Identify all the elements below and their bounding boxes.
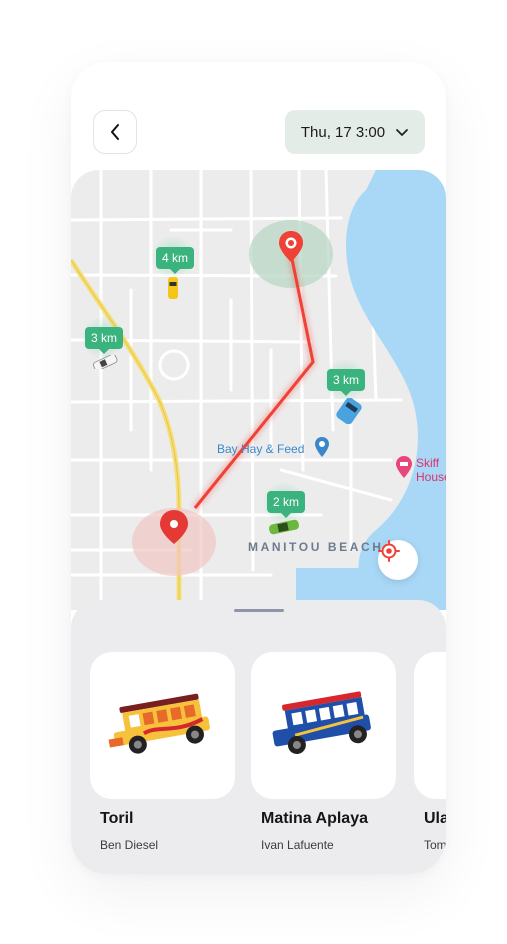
- route-card-driver: Tom: [424, 838, 446, 852]
- date-time-label: Thu, 17 3:00: [300, 123, 386, 141]
- poi-label-skiff-line2: House: [416, 470, 446, 484]
- route-card-title: Matina Aplaya: [261, 810, 368, 827]
- hotel-pin-icon[interactable]: [395, 455, 413, 479]
- destination-pin-icon[interactable]: [276, 229, 306, 265]
- back-button[interactable]: [93, 110, 137, 154]
- poi-label-bay-hay[interactable]: Bay Hay & Feed: [217, 442, 304, 456]
- sheet-drag-handle[interactable]: [234, 609, 284, 612]
- route-card-image: [251, 652, 396, 799]
- route-sheet[interactable]: Toril Ben Diesel Matina Aplaya Ivan Lafu…: [71, 600, 446, 874]
- route-card-driver: Ben Diesel: [100, 838, 159, 852]
- chevron-down-icon: [396, 128, 409, 136]
- distance-badge: 2 km: [267, 491, 306, 518]
- crosshair-target-icon: [378, 540, 400, 562]
- map-view[interactable]: 4 km 3 km 3 km 2 km Bay Hay & Feed Skiff…: [71, 170, 446, 610]
- vehicle-marker-icon[interactable]: [267, 518, 301, 536]
- route-card-title: Toril: [100, 810, 134, 827]
- route-card[interactable]: Toril Ben Diesel: [90, 652, 235, 852]
- jeepney-blue-icon: [272, 690, 371, 754]
- phone-frame: Thu, 17 3:00 4 km 3 km 3 km 2 km Bay Hay…: [71, 62, 446, 874]
- vehicle-marker-icon[interactable]: [336, 398, 362, 424]
- route-card-image: [90, 652, 235, 799]
- vehicle-marker-icon[interactable]: [91, 355, 119, 369]
- jeepney-yellow-icon: [108, 693, 210, 754]
- distance-badge: 3 km: [85, 327, 124, 354]
- date-time-selector[interactable]: Thu, 17 3:00: [285, 110, 425, 154]
- locate-me-button[interactable]: [378, 540, 418, 580]
- route-card-driver: Ivan Lafuente: [261, 838, 334, 852]
- distance-badge: 4 km: [156, 247, 195, 274]
- route-card-title: Ulas: [424, 810, 446, 827]
- origin-pin-icon[interactable]: [158, 508, 190, 546]
- route-card-image: [414, 652, 446, 799]
- poi-label-skiff-line1: Skiff: [416, 456, 440, 470]
- poi-label-skiff[interactable]: Skiff House: [416, 456, 446, 484]
- shopping-pin-icon[interactable]: [314, 436, 330, 458]
- route-card[interactable]: Matina Aplaya Ivan Lafuente: [251, 652, 396, 852]
- chevron-left-icon: [111, 124, 119, 140]
- area-label: MANITOU BEACH: [248, 540, 384, 554]
- route-card[interactable]: Ulas Tom: [414, 652, 446, 852]
- vehicle-marker-icon[interactable]: [167, 276, 179, 300]
- distance-badge: 3 km: [327, 369, 366, 396]
